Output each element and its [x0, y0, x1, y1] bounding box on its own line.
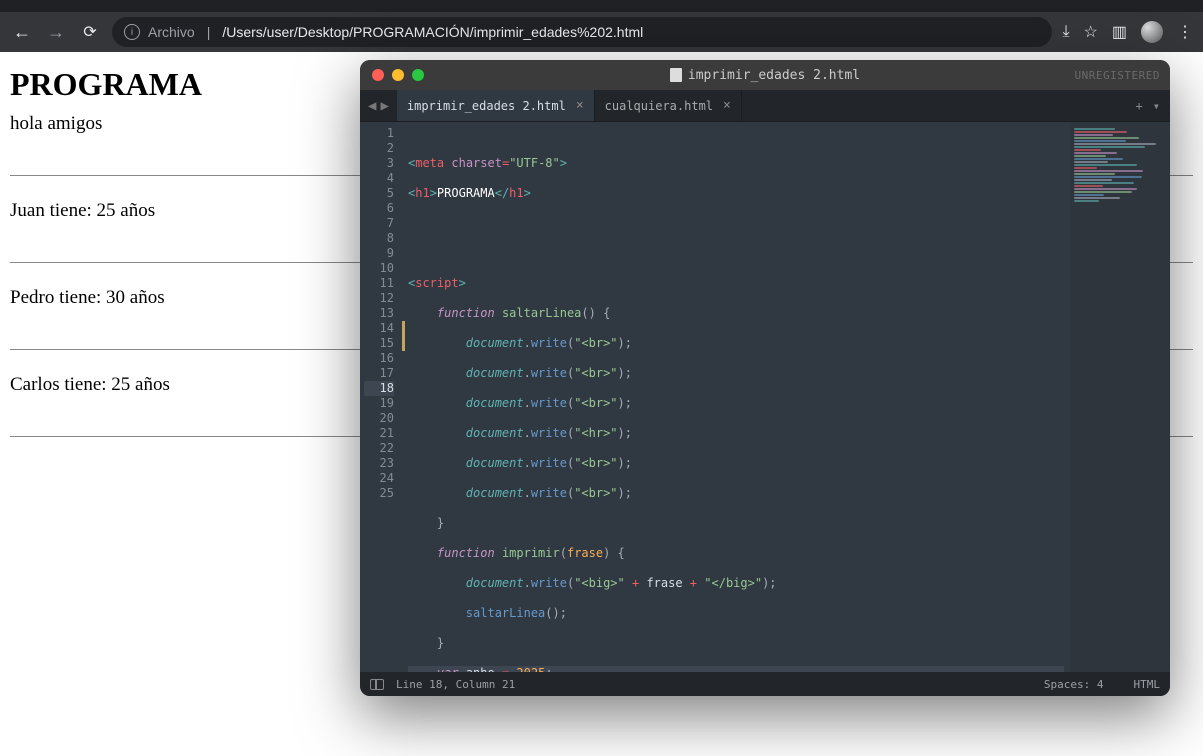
syntax-mode[interactable]: HTML — [1134, 678, 1161, 691]
editor-titlebar[interactable]: imprimir_edades 2.html UNREGISTERED — [360, 60, 1170, 90]
tab-menu-icon[interactable]: ▾ — [1153, 99, 1160, 113]
reload-button[interactable]: ⟳ — [78, 22, 102, 42]
tab-label: cualquiera.html — [605, 99, 713, 113]
side-panel-icon[interactable]: ▥ — [1112, 22, 1127, 42]
editor-tabstrip: ◀▶ imprimir_edades 2.html × cualquiera.h… — [360, 90, 1170, 122]
chrome-menu-icon[interactable]: ⋮ — [1177, 22, 1193, 42]
tab-file[interactable]: cualquiera.html × — [595, 90, 742, 121]
tab-close-icon[interactable]: × — [576, 98, 584, 113]
back-button[interactable]: ← — [10, 22, 34, 43]
editor-code-area[interactable]: 1234567891011121314151617181920212223242… — [360, 122, 1170, 672]
install-app-icon[interactable]: ⤓ — [1062, 23, 1069, 41]
editor-title: imprimir_edades 2.html — [360, 68, 1170, 83]
site-info-icon[interactable]: i — [124, 24, 140, 40]
side-panel-toggle-icon[interactable] — [370, 679, 384, 690]
modified-marker — [402, 321, 405, 351]
line-gutter[interactable]: 1234567891011121314151617181920212223242… — [360, 122, 402, 672]
cursor-position: Line 18, Column 21 — [396, 678, 515, 691]
tab-history-nav[interactable]: ◀▶ — [360, 90, 397, 121]
forward-button[interactable]: → — [44, 22, 68, 43]
url-path: /Users/user/Desktop/PROGRAMACIÓN/imprimi… — [222, 24, 643, 40]
tab-label: imprimir_edades 2.html — [407, 99, 566, 113]
document-icon — [670, 68, 682, 82]
minimap[interactable] — [1070, 122, 1170, 672]
bookmark-star-icon[interactable]: ☆ — [1084, 22, 1098, 42]
browser-toolbar: ← → ⟳ i Archivo | /Users/user/Desktop/PR… — [0, 12, 1203, 52]
url-scheme: Archivo — [148, 24, 195, 40]
code-view[interactable]: <meta charset="UTF-8"> <h1>PROGRAMA</h1>… — [402, 122, 1070, 672]
tab-file-active[interactable]: imprimir_edades 2.html × — [397, 90, 595, 121]
new-tab-icon[interactable]: + — [1136, 99, 1143, 113]
profile-avatar[interactable] — [1141, 21, 1163, 43]
unregistered-label: UNREGISTERED — [1075, 69, 1160, 82]
tab-close-icon[interactable]: × — [723, 98, 731, 113]
editor-window[interactable]: imprimir_edades 2.html UNREGISTERED ◀▶ i… — [360, 60, 1170, 696]
indent-setting[interactable]: Spaces: 4 — [1044, 678, 1104, 691]
address-bar[interactable]: i Archivo | /Users/user/Desktop/PROGRAMA… — [112, 17, 1052, 47]
browser-tabstrip — [0, 0, 1203, 12]
editor-statusbar: Line 18, Column 21 Spaces: 4 HTML — [360, 672, 1170, 696]
